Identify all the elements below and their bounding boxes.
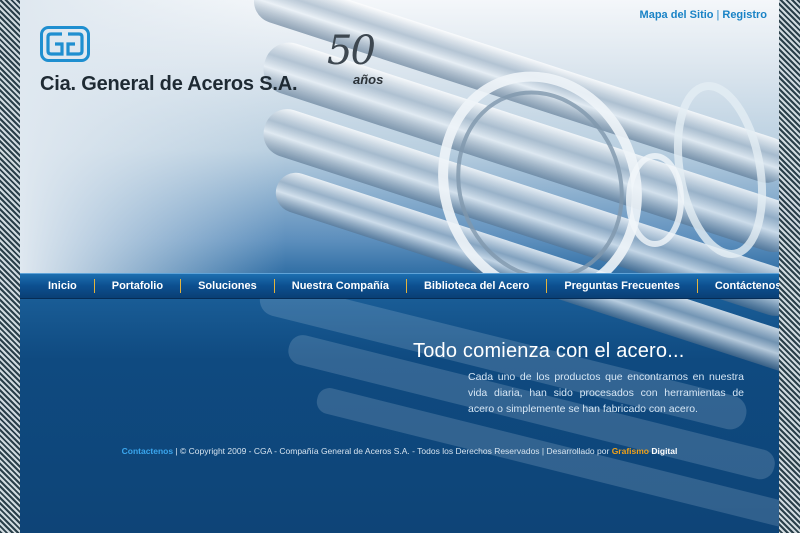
main-navigation: Inicio Portafolio Soluciones Nuestra Com… <box>20 273 779 299</box>
register-link[interactable]: Registro <box>722 9 767 21</box>
top-links-separator: | <box>716 9 720 21</box>
cga-logo-icon[interactable] <box>40 26 90 62</box>
anniversary-word: años <box>353 72 384 87</box>
footer-copyright: | © Copyright 2009 - CGA - Compañía Gene… <box>173 446 612 456</box>
intro-paragraph: Cada uno de los productos que encontramo… <box>468 371 744 415</box>
page: Mapa del Sitio | Registro Cia. General de … <box>20 0 779 533</box>
developer-name-part1[interactable]: Grafismo <box>612 446 649 456</box>
nav-item-nuestra-compania[interactable]: Nuestra Compañía <box>275 279 407 293</box>
nav-item-portafolio[interactable]: Portafolio <box>95 279 182 293</box>
nav-item-preguntas[interactable]: Preguntas Frecuentes <box>547 279 698 293</box>
headline: Todo comienza con el acero... <box>413 340 685 362</box>
nav-item-contactenos[interactable]: Contáctenos <box>698 279 779 293</box>
company-name: Cia. General de Aceros S.A. <box>40 73 298 95</box>
sitemap-link[interactable]: Mapa del Sitio <box>640 9 714 21</box>
nav-item-soluciones[interactable]: Soluciones <box>181 279 275 293</box>
developer-name-part2[interactable]: Digital <box>649 446 677 456</box>
footer-contact-link[interactable]: Contactenos <box>122 446 173 456</box>
top-links: Mapa del Sitio | Registro <box>640 9 767 21</box>
nav-item-inicio[interactable]: Inicio <box>20 279 95 293</box>
footer: Contactenos | © Copyright 2009 - CGA - C… <box>20 446 779 456</box>
anniversary-number: 50 <box>327 28 376 74</box>
nav-item-biblioteca[interactable]: Biblioteca del Acero <box>407 279 548 293</box>
fifty-years-emblem: 50 años <box>323 28 395 90</box>
